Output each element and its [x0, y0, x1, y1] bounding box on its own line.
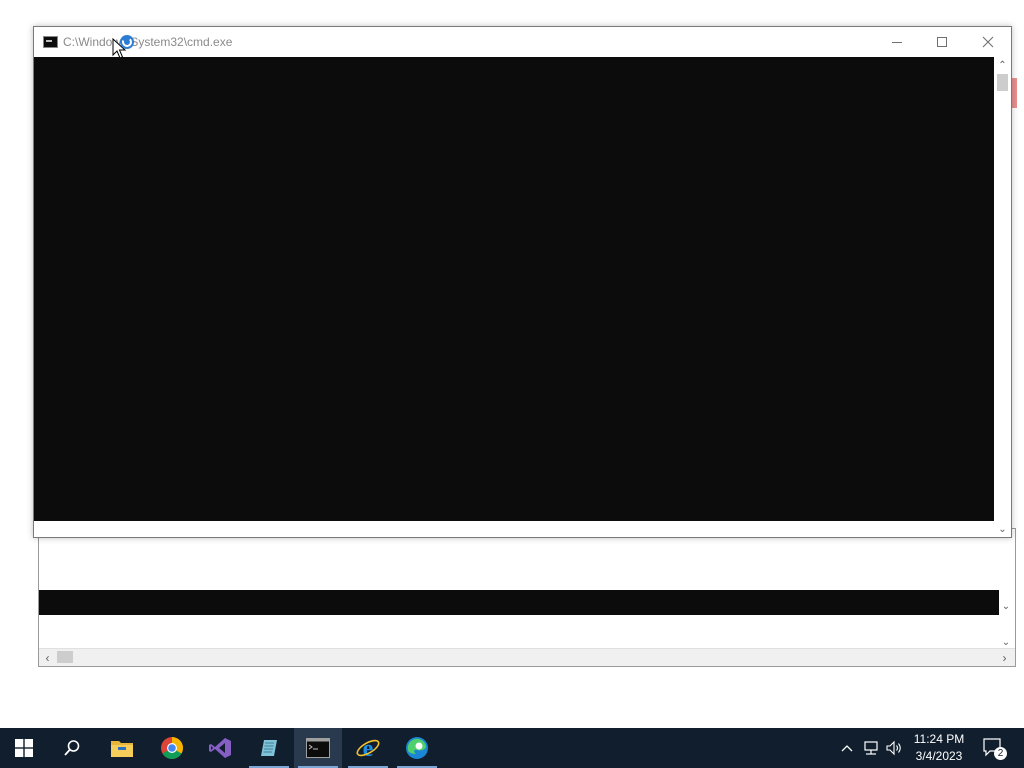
scroll-left-arrow[interactable]: ‹	[39, 649, 56, 666]
cmd-window[interactable]: C:\Windows\System32\cmd.exe ⌃ ⌄	[33, 26, 1012, 538]
cmd-app-icon[interactable]	[43, 36, 58, 48]
edge-button[interactable]	[393, 728, 441, 768]
minimize-button[interactable]	[874, 27, 920, 57]
show-hidden-icons-button[interactable]	[838, 728, 856, 768]
notification-count-badge: 2	[994, 747, 1007, 760]
horizontal-scroll-thumb[interactable]	[57, 651, 73, 663]
horizontal-scrollbar[interactable]: ‹ ›	[39, 648, 1015, 666]
chrome-button[interactable]	[148, 728, 196, 768]
clock-time: 11:24 PM	[913, 732, 965, 746]
clock-date: 3/4/2023	[915, 749, 963, 763]
volume-button[interactable]	[884, 728, 904, 768]
window-title: C:\Windows\System32\cmd.exe	[63, 35, 233, 49]
chrome-icon	[161, 737, 183, 759]
background-console-strip	[39, 590, 999, 615]
chevron-up-icon	[841, 745, 853, 752]
title-bar[interactable]: C:\Windows\System32\cmd.exe	[34, 27, 1011, 57]
cmd-icon	[306, 738, 330, 758]
svg-text:e: e	[363, 736, 374, 761]
internet-explorer-button[interactable]: e	[344, 728, 392, 768]
ie-icon: e	[356, 736, 380, 761]
background-window: ⌄ ⌄ ‹ ›	[38, 528, 1016, 667]
start-button[interactable]	[0, 728, 48, 768]
taskbar-clock[interactable]: 11:24 PM 3/4/2023	[908, 731, 970, 765]
maximize-icon	[937, 37, 947, 47]
file-explorer-button[interactable]	[98, 728, 146, 768]
command-prompt-button[interactable]	[294, 728, 342, 768]
edge-icon	[406, 737, 428, 759]
network-icon	[864, 741, 878, 755]
minimize-icon	[892, 42, 902, 43]
folder-icon	[111, 741, 133, 757]
scroll-up-arrow[interactable]: ⌃	[994, 57, 1011, 73]
taskbar: e 11:24 PM 3/4/2023 2	[0, 728, 1024, 768]
visual-studio-icon	[209, 738, 231, 758]
scratchpad-button[interactable]	[245, 728, 293, 768]
busy-spinner-icon	[120, 35, 134, 49]
scroll-down-arrow[interactable]: ⌄	[994, 521, 1011, 537]
search-icon	[64, 740, 80, 756]
windows-logo-icon	[15, 739, 33, 757]
action-center-button[interactable]: 2	[980, 728, 1008, 768]
close-button[interactable]	[965, 27, 1011, 57]
console-area[interactable]	[34, 57, 994, 521]
close-icon	[982, 36, 994, 48]
offscreen-window-edge	[1012, 78, 1017, 108]
scroll-down-arrow[interactable]: ⌄	[997, 599, 1015, 613]
scroll-down-arrow[interactable]: ⌄	[997, 635, 1015, 649]
visual-studio-button[interactable]	[196, 728, 244, 768]
scroll-right-arrow[interactable]: ›	[996, 649, 1013, 666]
speaker-icon	[886, 740, 901, 756]
maximize-button[interactable]	[919, 27, 965, 57]
search-button[interactable]	[48, 728, 96, 768]
network-button[interactable]	[860, 728, 882, 768]
notepad-icon	[261, 740, 277, 756]
vertical-scroll-thumb[interactable]	[997, 74, 1008, 91]
vertical-scrollbar[interactable]: ⌃ ⌄	[994, 57, 1011, 537]
